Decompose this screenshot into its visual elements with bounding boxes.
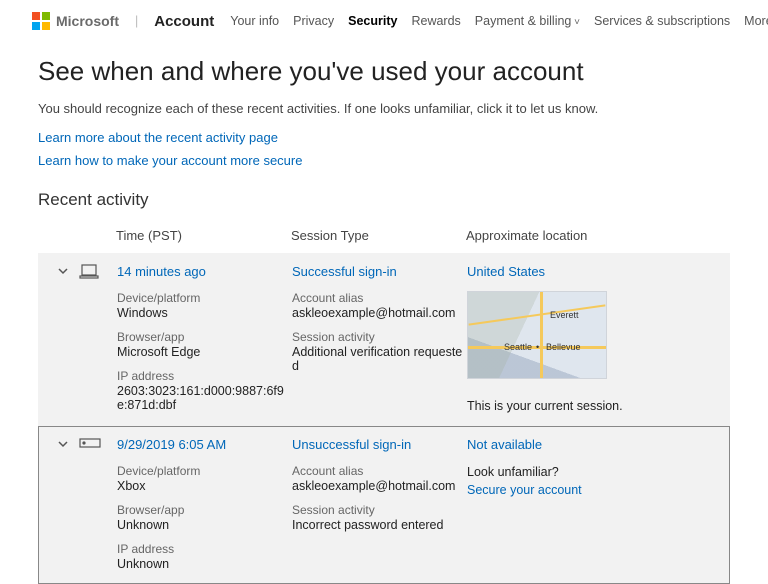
header-divider: |: [135, 14, 138, 28]
label-activity: Session activity: [292, 330, 467, 344]
microsoft-word: Microsoft: [56, 13, 119, 29]
pc-icon: [79, 264, 97, 278]
label-alias: Account alias: [292, 464, 467, 478]
map-label-everett: Everett: [550, 310, 579, 320]
activity-session[interactable]: Successful sign-in: [292, 264, 467, 279]
activity-detail: Device/platform Windows Browser/app Micr…: [39, 289, 729, 425]
header-bar: Microsoft | Account Your info Privacy Se…: [0, 0, 768, 40]
look-unfamiliar-label: Look unfamiliar?: [467, 465, 729, 479]
activity-row: 9/29/2019 6:05 AM Unsuccessful sign-in N…: [38, 426, 730, 584]
value-activity: Incorrect password entered: [292, 518, 467, 532]
console-icon: [79, 437, 97, 451]
chevron-down-icon[interactable]: [57, 438, 69, 450]
activity-session[interactable]: Unsuccessful sign-in: [292, 437, 467, 452]
map-label-seattle: Seattle: [504, 342, 532, 352]
nav-security[interactable]: Security: [348, 14, 397, 28]
nav-your-info[interactable]: Your info: [230, 14, 279, 28]
map-label-bellevue: Bellevue: [546, 342, 581, 352]
microsoft-logo[interactable]: Microsoft: [32, 12, 119, 30]
label-ip: IP address: [117, 542, 292, 556]
link-learn-secure[interactable]: Learn how to make your account more secu…: [38, 153, 302, 168]
label-browser: Browser/app: [117, 330, 292, 344]
col-time: Time (PST): [116, 228, 291, 243]
value-activity: Additional verification requested: [292, 345, 467, 373]
label-alias: Account alias: [292, 291, 467, 305]
current-session-label: This is your current session.: [467, 399, 729, 413]
activity-summary[interactable]: 9/29/2019 6:05 AM Unsuccessful sign-in N…: [39, 427, 729, 462]
nav-more[interactable]: More: [744, 14, 768, 28]
nav-rewards[interactable]: Rewards: [411, 14, 460, 28]
value-browser: Unknown: [117, 518, 292, 532]
value-ip: 2603:3023:161:d000:9887:6f9e:871d:dbf: [117, 384, 292, 412]
value-browser: Microsoft Edge: [117, 345, 292, 359]
activity-detail: Device/platform Xbox Browser/app Unknown…: [39, 462, 729, 583]
secure-account-link[interactable]: Secure your account: [467, 483, 729, 497]
nav-payment[interactable]: Payment & billing: [475, 14, 580, 28]
label-device: Device/platform: [117, 464, 292, 478]
page-subtitle: You should recognize each of these recen…: [38, 101, 730, 116]
map-thumbnail: Everett Seattle Bellevue •: [467, 291, 607, 379]
col-session: Session Type: [291, 228, 466, 243]
value-alias: askleoexample@hotmail.com: [292, 306, 467, 320]
primary-nav: Your info Privacy Security Rewards Payme…: [230, 14, 768, 28]
label-activity: Session activity: [292, 503, 467, 517]
chevron-down-icon[interactable]: [57, 265, 69, 277]
link-learn-activity[interactable]: Learn more about the recent activity pag…: [38, 130, 278, 145]
section-title: Recent activity: [38, 190, 730, 210]
col-location: Approximate location: [466, 228, 730, 243]
main-content: See when and where you've used your acco…: [0, 40, 768, 584]
value-alias: askleoexample@hotmail.com: [292, 479, 467, 493]
label-ip: IP address: [117, 369, 292, 383]
nav-services[interactable]: Services & subscriptions: [594, 14, 730, 28]
value-device: Windows: [117, 306, 292, 320]
nav-privacy[interactable]: Privacy: [293, 14, 334, 28]
column-headers: Time (PST) Session Type Approximate loca…: [38, 220, 730, 253]
activity-location[interactable]: Not available: [467, 437, 729, 452]
value-device: Xbox: [117, 479, 292, 493]
activity-location[interactable]: United States: [467, 264, 729, 279]
brand-account[interactable]: Account: [154, 13, 214, 30]
activity-row: 14 minutes ago Successful sign-in United…: [38, 253, 730, 426]
activity-time[interactable]: 9/29/2019 6:05 AM: [117, 437, 292, 452]
value-ip: Unknown: [117, 557, 292, 571]
label-device: Device/platform: [117, 291, 292, 305]
page-title: See when and where you've used your acco…: [38, 56, 730, 87]
activity-time[interactable]: 14 minutes ago: [117, 264, 292, 279]
microsoft-icon: [32, 12, 50, 30]
label-browser: Browser/app: [117, 503, 292, 517]
activity-summary[interactable]: 14 minutes ago Successful sign-in United…: [39, 254, 729, 289]
